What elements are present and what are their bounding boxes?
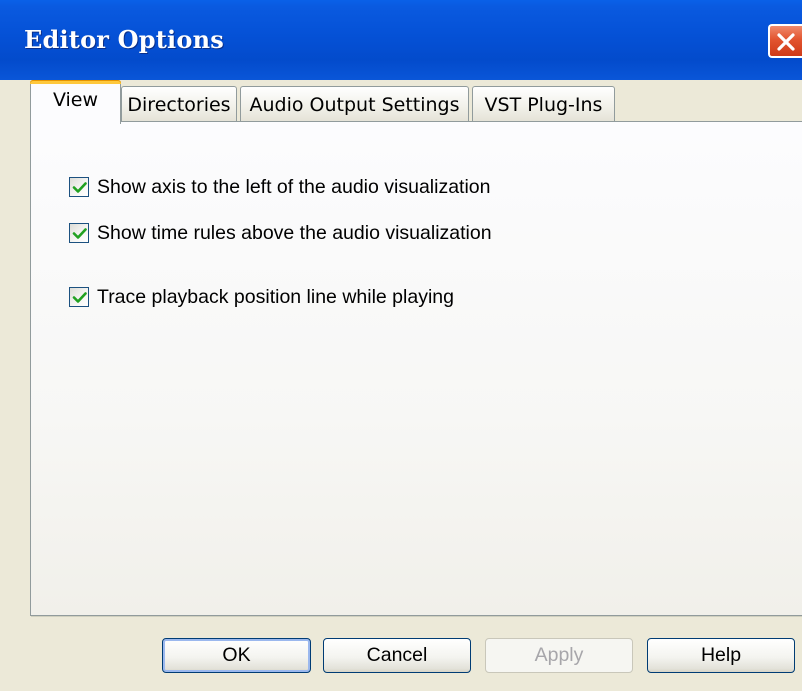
tab-directories-label: Directories — [127, 94, 231, 116]
close-x-icon — [777, 33, 795, 51]
trace-playback-label: Trace playback position line while playi… — [97, 286, 454, 308]
apply-button[interactable]: Apply — [485, 638, 633, 673]
show-time-rules-checkbox[interactable] — [69, 223, 89, 243]
checkmark-icon — [72, 292, 87, 303]
cancel-button[interactable]: Cancel — [323, 638, 471, 673]
ok-button[interactable]: OK — [162, 638, 311, 673]
tab-vst-plug-ins[interactable]: VST Plug-Ins — [472, 86, 615, 122]
window-title: Editor Options — [24, 25, 224, 54]
show-axis-label: Show axis to the left of the audio visua… — [97, 176, 491, 198]
tab-view-label: View — [52, 89, 99, 111]
tab-audio-output-settings[interactable]: Audio Output Settings — [240, 86, 469, 122]
show-axis-checkbox[interactable] — [69, 177, 89, 197]
title-bar[interactable]: Editor Options — [0, 0, 802, 80]
editor-options-dialog: Editor Options View Directories Audio Ou… — [0, 0, 802, 691]
trace-playback-checkbox[interactable] — [69, 287, 89, 307]
checkmark-icon — [72, 182, 87, 193]
help-button[interactable]: Help — [647, 638, 795, 673]
view-tab-panel: Show axis to the left of the audio visua… — [30, 121, 802, 616]
tab-view[interactable]: View — [30, 80, 121, 124]
tab-directories[interactable]: Directories — [121, 86, 237, 122]
close-button[interactable] — [768, 24, 802, 58]
checkmark-icon — [72, 228, 87, 239]
tab-audio-output-settings-label: Audio Output Settings — [249, 94, 460, 116]
show-time-rules-label: Show time rules above the audio visualiz… — [97, 222, 492, 244]
tab-vst-plug-ins-label: VST Plug-Ins — [484, 94, 603, 116]
